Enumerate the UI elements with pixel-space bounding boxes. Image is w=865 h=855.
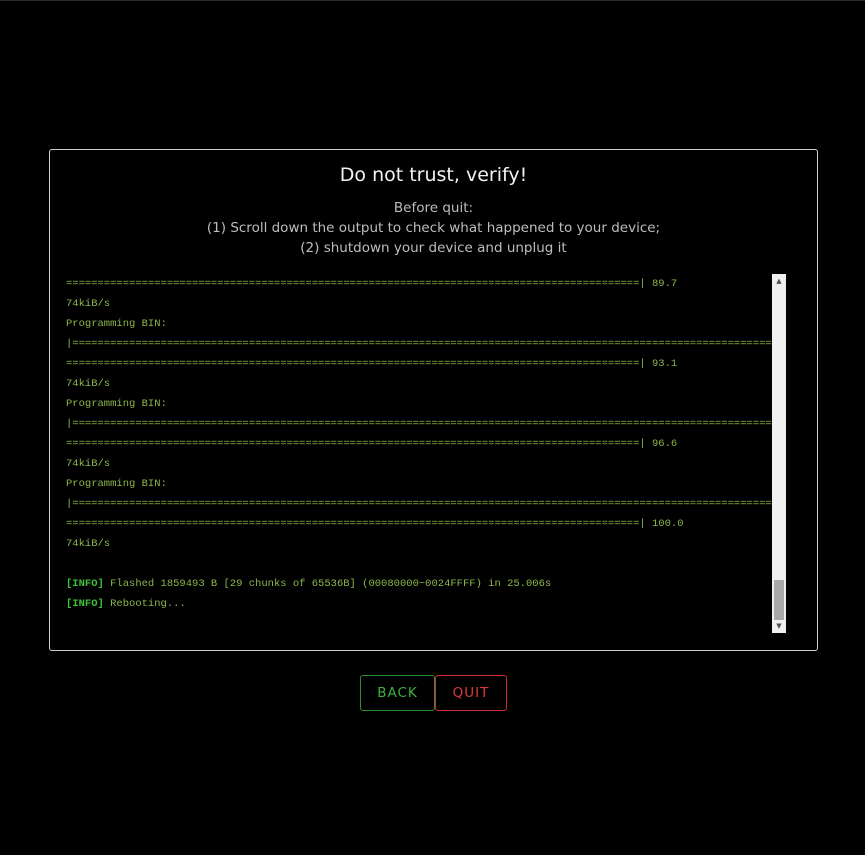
console-line: ========================================… bbox=[66, 434, 786, 454]
console-line-text: ========================================… bbox=[66, 438, 678, 450]
quit-button[interactable]: QUIT bbox=[435, 675, 507, 711]
console-line-text: Flashed 1859493 B [29 chunks of 65536B] … bbox=[103, 578, 552, 590]
console-line: [INFO] Flashed 1859493 B [29 chunks of 6… bbox=[66, 574, 786, 594]
console-line: 74kiB/s bbox=[66, 534, 786, 554]
dialog-instructions: Before quit: (1) Scroll down the output … bbox=[50, 198, 817, 258]
back-button[interactable]: BACK bbox=[360, 675, 435, 711]
console-line-text: ========================================… bbox=[66, 518, 684, 530]
log-level-tag: [INFO] bbox=[66, 598, 104, 610]
console-line-text: 74kiB/s bbox=[66, 298, 111, 310]
console-scrollbar[interactable]: ▲ ▼ bbox=[772, 274, 786, 633]
console-line-text: Programming BIN: bbox=[66, 318, 167, 330]
console-line: [INFO] Rebooting... bbox=[66, 594, 786, 614]
console-line-text: |=======================================… bbox=[66, 418, 786, 430]
instruction-line: (1) Scroll down the output to check what… bbox=[206, 220, 661, 236]
scrollbar-thumb[interactable] bbox=[774, 580, 784, 620]
console-line: 74kiB/s bbox=[66, 294, 786, 314]
console-line-text: 74kiB/s bbox=[66, 538, 111, 550]
console-line: ========================================… bbox=[66, 514, 786, 534]
console-line: 74kiB/s bbox=[66, 454, 786, 474]
scroll-down-arrow-icon[interactable]: ▼ bbox=[772, 620, 786, 632]
app-window: Do not trust, verify! Before quit: (1) S… bbox=[0, 0, 865, 855]
instruction-line: Before quit: bbox=[393, 200, 474, 216]
console-output[interactable]: ========================================… bbox=[66, 274, 786, 633]
console-line: |=======================================… bbox=[66, 494, 786, 514]
console-line-text: ========================================… bbox=[66, 278, 678, 290]
dialog-title: Do not trust, verify! bbox=[339, 164, 528, 186]
console-line: |=======================================… bbox=[66, 334, 786, 354]
console-line-text: Programming BIN: bbox=[66, 478, 167, 490]
console-line-text: 74kiB/s bbox=[66, 378, 111, 390]
console-line: Programming BIN: bbox=[66, 394, 786, 414]
console-line: ========================================… bbox=[66, 274, 786, 294]
console-line: Programming BIN: bbox=[66, 314, 786, 334]
log-level-tag: [INFO] bbox=[66, 578, 104, 590]
console-line-text: |=======================================… bbox=[66, 498, 786, 510]
console-line: Programming BIN: bbox=[66, 474, 786, 494]
console-line-text: 74kiB/s bbox=[66, 458, 111, 470]
console-line-text: |=======================================… bbox=[66, 338, 786, 350]
console-line: |=======================================… bbox=[66, 414, 786, 434]
verify-dialog: Do not trust, verify! Before quit: (1) S… bbox=[49, 149, 818, 651]
scroll-up-arrow-icon[interactable]: ▲ bbox=[772, 275, 786, 287]
console-line: ========================================… bbox=[66, 354, 786, 374]
console-line-text: Programming BIN: bbox=[66, 398, 167, 410]
console-line-text: Rebooting... bbox=[103, 598, 186, 610]
instruction-line: (2) shutdown your device and unplug it bbox=[300, 240, 567, 256]
console-line: 74kiB/s bbox=[66, 374, 786, 394]
console-line-text: ========================================… bbox=[66, 358, 678, 370]
